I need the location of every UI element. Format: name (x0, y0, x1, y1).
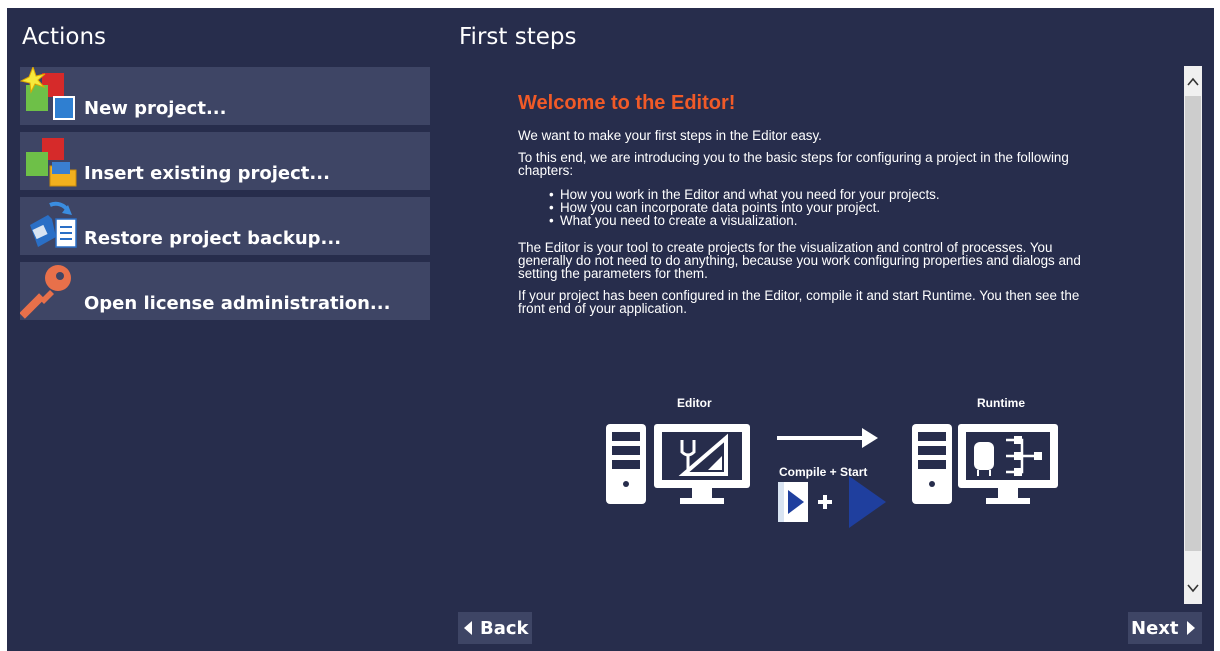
compile-icon (778, 482, 832, 522)
first-steps-content[interactable]: Welcome to the Editor! We want to make y… (459, 66, 1184, 604)
arrow-right-icon (1186, 621, 1195, 635)
editor-pc-icon (606, 424, 750, 504)
welcome-heading: Welcome to the Editor! (518, 92, 736, 114)
scroll-thumb[interactable] (1185, 96, 1201, 551)
scroll-up-button[interactable] (1184, 66, 1202, 96)
next-button[interactable]: Next (1128, 612, 1202, 644)
insert-project-icon (26, 138, 77, 187)
editor-label: Editor (677, 396, 712, 410)
chapter-list: How you work in the Editor and what you … (518, 188, 1098, 227)
runtime-label: Runtime (977, 396, 1025, 410)
insert-existing-project-label: Insert existing project... (84, 163, 330, 184)
back-label: Back (480, 617, 529, 639)
insert-existing-project-button[interactable]: Insert existing project... (20, 132, 430, 190)
open-license-administration-label: Open license administration... (84, 293, 391, 314)
list-item: What you need to create a visualization. (549, 214, 1098, 227)
compile-description: If your project has been configured in t… (518, 288, 1080, 316)
start-icon (849, 476, 886, 528)
key-icon (20, 265, 71, 319)
back-button[interactable]: Back (458, 612, 532, 644)
app-window: Actions First steps New project... Inser… (7, 8, 1214, 651)
scroll-down-button[interactable] (1184, 574, 1202, 604)
new-project-icon (20, 67, 75, 120)
new-project-button[interactable]: New project... (20, 67, 430, 125)
actions-title: Actions (22, 24, 107, 50)
first-steps-title: First steps (459, 24, 577, 50)
new-project-label: New project... (84, 98, 227, 119)
editor-description: The Editor is your tool to create projec… (518, 240, 1081, 281)
editor-runtime-diagram: Editor Runtime Compile + Start (604, 396, 1064, 546)
intro2-text: To this end, we are introducing you to t… (518, 150, 1069, 178)
intro-text: We want to make your first steps in the … (518, 128, 822, 143)
content-scrollbar[interactable] (1184, 66, 1202, 604)
restore-project-backup-label: Restore project backup... (84, 228, 342, 249)
chevron-up-icon (1187, 77, 1199, 86)
next-label: Next (1131, 617, 1179, 639)
arrow-left-icon (464, 621, 472, 635)
welcome-article: Welcome to the Editor! We want to make y… (518, 92, 1098, 324)
restore-project-backup-button[interactable]: Restore project backup... (20, 197, 430, 255)
diagram-graphics (606, 424, 1058, 528)
chevron-down-icon (1187, 584, 1199, 593)
open-license-administration-button[interactable]: Open license administration... (20, 262, 430, 320)
runtime-pc-icon (912, 424, 1058, 504)
restore-backup-icon (30, 201, 77, 248)
